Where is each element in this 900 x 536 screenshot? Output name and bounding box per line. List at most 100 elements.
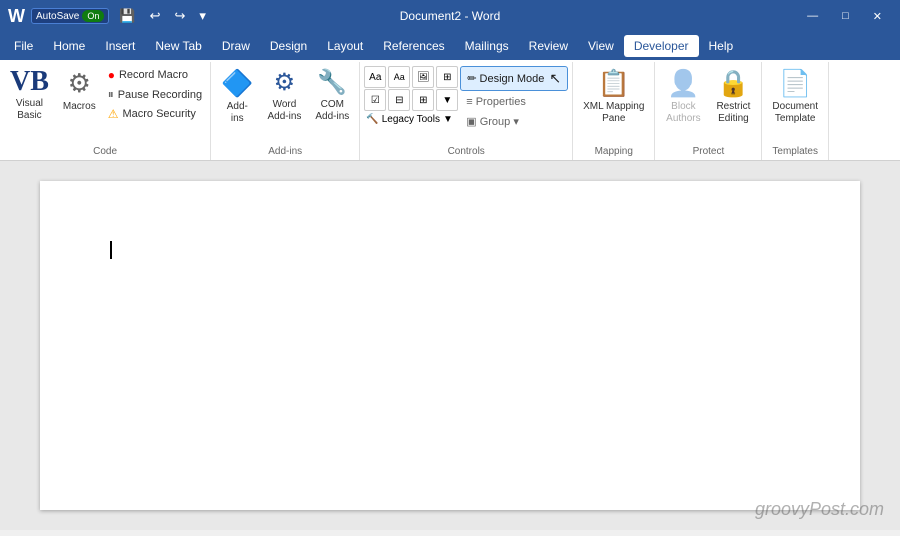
group-button[interactable]: ▣ Group ▾: [460, 113, 568, 130]
word-add-ins-icon: ⚙: [274, 68, 296, 97]
menu-item-references[interactable]: References: [373, 35, 454, 57]
ribbon-group-controls: Aa Aa 🖼 ⊞ ☑ ⊟ ⊞ ▼ 🔨 Legacy Tools ▼: [360, 62, 573, 160]
add-ins-icon: 🔷: [221, 68, 253, 99]
word-add-ins-button[interactable]: ⚙ WordAdd-ins: [261, 64, 307, 144]
macro-security-label: Macro Security: [122, 108, 195, 120]
grid-control-button[interactable]: ⊞: [412, 89, 434, 111]
addins-group-inner: 🔷 Add-ins ⚙ WordAdd-ins 🔧 COMAdd-ins: [215, 64, 355, 144]
add-ins-button[interactable]: 🔷 Add-ins: [215, 64, 259, 144]
block-authors-label: BlockAuthors: [666, 101, 700, 125]
block-authors-icon: 👤: [667, 68, 699, 99]
restrict-editing-label: RestrictEditing: [716, 101, 750, 125]
customize-icon[interactable]: ▾: [195, 6, 210, 26]
visual-basic-button[interactable]: VB VisualBasic: [4, 64, 55, 144]
title-bar-left: W AutoSave On 💾 ↩ ↪ ▾: [8, 6, 210, 27]
document-template-label: DocumentTemplate: [772, 101, 818, 125]
document-area[interactable]: groovyPost.com: [0, 161, 900, 530]
menu-item-help[interactable]: Help: [699, 35, 744, 57]
properties-button[interactable]: ≡ Properties: [460, 94, 568, 110]
menu-item-design[interactable]: Design: [260, 35, 317, 57]
warning-icon: ⚠: [108, 107, 119, 121]
menu-item-new-tab[interactable]: New Tab: [145, 35, 211, 57]
menu-bar: File Home Insert New Tab Draw Design Lay…: [0, 32, 900, 60]
block-authors-button[interactable]: 👤 BlockAuthors: [659, 64, 707, 144]
rich-text-control-button[interactable]: Aa: [364, 66, 386, 88]
design-mode-button[interactable]: ✏ Design Mode ↖: [460, 66, 568, 91]
pause-icon: ⏸: [108, 87, 114, 102]
legacy-tools-button[interactable]: 🔨 Legacy Tools ▼: [364, 112, 455, 127]
menu-item-review[interactable]: Review: [519, 35, 578, 57]
macros-icon: ⚙: [68, 68, 91, 99]
undo-icon[interactable]: ↩: [146, 6, 165, 26]
ribbon-group-protect: 👤 BlockAuthors 🔒 RestrictEditing Protect: [655, 62, 762, 160]
pause-recording-button[interactable]: ⏸ Pause Recording: [104, 85, 206, 104]
controls-group-inner: Aa Aa 🖼 ⊞ ☑ ⊟ ⊞ ▼ 🔨 Legacy Tools ▼: [364, 64, 568, 144]
redo-icon[interactable]: ↪: [170, 6, 189, 26]
xml-mapping-pane-button[interactable]: 📋 XML MappingPane: [577, 64, 650, 144]
more-controls-button[interactable]: ▼: [436, 89, 458, 111]
templates-group-inner: 📄 DocumentTemplate: [766, 64, 824, 144]
menu-item-developer[interactable]: Developer: [624, 35, 699, 57]
ribbon-group-mapping: 📋 XML MappingPane Mapping: [573, 62, 655, 160]
com-add-ins-label: COMAdd-ins: [315, 99, 349, 123]
controls-row-3: 🔨 Legacy Tools ▼: [364, 112, 458, 127]
record-macro-button[interactable]: ● Record Macro: [104, 66, 206, 84]
group-label: Group ▾: [480, 115, 519, 128]
code-small-buttons: ● Record Macro ⏸ Pause Recording ⚠ Macro…: [104, 64, 206, 144]
close-button[interactable]: ✕: [863, 6, 892, 27]
document-template-icon: 📄: [779, 68, 811, 99]
menu-item-file[interactable]: File: [4, 35, 43, 57]
table-control-button[interactable]: ⊟: [388, 89, 410, 111]
macro-security-button[interactable]: ⚠ Macro Security: [104, 105, 206, 123]
controls-group-label: Controls: [364, 144, 568, 160]
menu-item-draw[interactable]: Draw: [212, 35, 260, 57]
record-macro-label: Record Macro: [119, 69, 188, 81]
autosave-toggle[interactable]: On: [82, 10, 104, 22]
plain-text-control-button[interactable]: Aa: [388, 66, 410, 88]
addins-group-label: Add-ins: [215, 144, 355, 160]
picture-control-button[interactable]: 🖼: [412, 66, 434, 88]
ribbon: VB VisualBasic ⚙ Macros ● Record Macro ⏸…: [0, 60, 900, 161]
minimize-button[interactable]: —: [797, 6, 828, 26]
text-cursor: [110, 241, 112, 259]
menu-item-layout[interactable]: Layout: [317, 35, 373, 57]
legacy-label: Legacy Tools: [382, 114, 440, 125]
restrict-editing-button[interactable]: 🔒 RestrictEditing: [709, 64, 757, 144]
protect-group-inner: 👤 BlockAuthors 🔒 RestrictEditing: [659, 64, 757, 144]
checkbox-control-button[interactable]: ☑: [364, 89, 386, 111]
menu-item-mailings[interactable]: Mailings: [455, 35, 519, 57]
cursor-indicator: ↖: [549, 70, 561, 87]
autosave-badge[interactable]: AutoSave On: [31, 8, 109, 24]
watermark: groovyPost.com: [755, 499, 884, 520]
building-block-button[interactable]: ⊞: [436, 66, 458, 88]
menu-item-insert[interactable]: Insert: [95, 35, 145, 57]
xml-mapping-pane-label: XML MappingPane: [583, 101, 644, 125]
com-add-ins-icon: 🔧: [317, 68, 347, 97]
code-group-inner: VB VisualBasic ⚙ Macros ● Record Macro ⏸…: [4, 64, 206, 144]
mapping-group-label: Mapping: [577, 144, 650, 160]
ribbon-group-addins: 🔷 Add-ins ⚙ WordAdd-ins 🔧 COMAdd-ins Add…: [211, 62, 360, 160]
controls-right-col: ✏ Design Mode ↖ ≡ Properties ▣ Group ▾: [460, 64, 568, 144]
com-add-ins-button[interactable]: 🔧 COMAdd-ins: [309, 64, 355, 144]
restrict-editing-icon: 🔒: [717, 68, 749, 99]
macros-button[interactable]: ⚙ Macros: [57, 64, 102, 144]
autosave-label: AutoSave: [36, 11, 79, 22]
word-logo-icon: W: [8, 6, 25, 27]
code-group-label: Code: [4, 144, 206, 160]
controls-row-1: Aa Aa 🖼 ⊞: [364, 66, 458, 88]
maximize-button[interactable]: □: [832, 6, 859, 26]
visual-basic-icon: VB: [10, 68, 49, 96]
document-page[interactable]: [40, 181, 860, 510]
templates-group-label: Templates: [766, 144, 824, 160]
group-icon: ▣: [466, 115, 476, 128]
menu-item-view[interactable]: View: [578, 35, 624, 57]
menu-item-home[interactable]: Home: [43, 35, 95, 57]
save-icon[interactable]: 💾: [115, 6, 139, 26]
ribbon-group-templates: 📄 DocumentTemplate Templates: [762, 62, 829, 160]
document-title: Document2 - Word: [400, 9, 500, 23]
title-bar: W AutoSave On 💾 ↩ ↪ ▾ Document2 - Word —…: [0, 0, 900, 32]
document-template-button[interactable]: 📄 DocumentTemplate: [766, 64, 824, 144]
macros-label: Macros: [63, 101, 96, 113]
word-add-ins-label: WordAdd-ins: [267, 99, 301, 123]
mapping-group-inner: 📋 XML MappingPane: [577, 64, 650, 144]
